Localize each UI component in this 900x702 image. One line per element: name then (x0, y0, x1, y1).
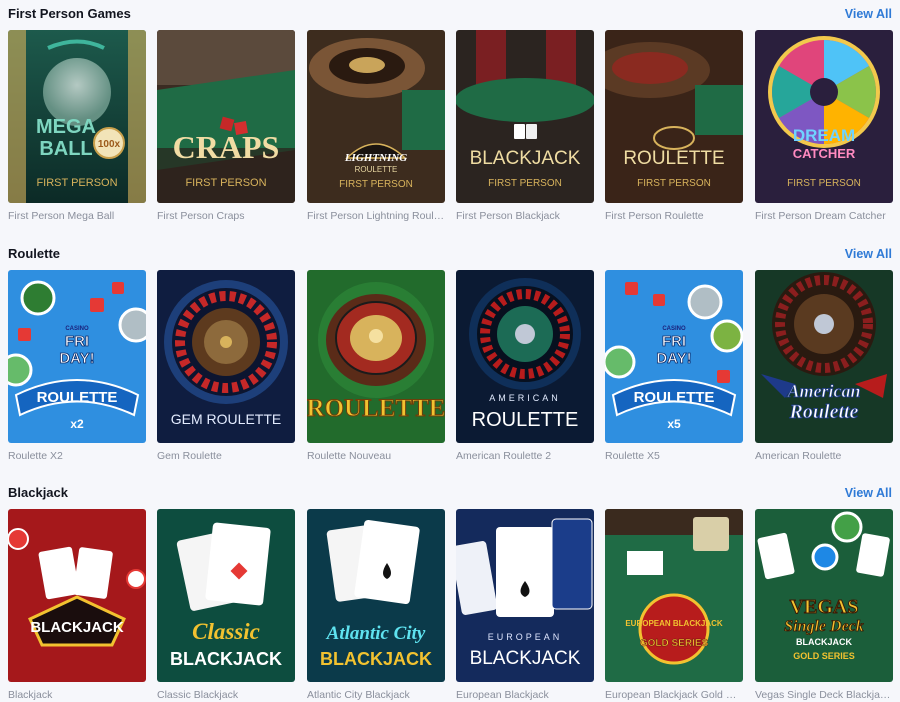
view-all-link[interactable]: View All (845, 244, 892, 264)
art-line: CRAPS (173, 129, 280, 165)
game-thumbnail[interactable]: GEM ROULETTE (157, 270, 295, 443)
badge-text: 100x (98, 139, 121, 150)
art-line: American (786, 381, 860, 401)
game-title[interactable]: Roulette Nouveau (307, 450, 445, 463)
game-title[interactable]: Atlantic City Blackjack (307, 689, 445, 702)
game-row: CASINO FRI DAY! ROULETTE x2 Roulette X2 (8, 270, 894, 470)
game-title[interactable]: First Person Blackjack (456, 210, 594, 223)
game-thumbnail[interactable]: AMERICAN ROULETTE (456, 270, 594, 443)
art-line: FRI (662, 333, 686, 350)
game-thumbnail[interactable]: EUROPEAN BLACKJACK (456, 509, 594, 682)
section-title: First Person Games (8, 6, 131, 21)
art-line: Atlantic City (326, 623, 426, 644)
art-line: CATCHER (793, 146, 856, 161)
game-thumbnail[interactable]: VEGAS Single Deck BLACKJACK GOLD SERIES (755, 509, 893, 682)
art-line: DAY! (59, 350, 94, 367)
game-thumbnail[interactable]: BLACKJACK (8, 509, 146, 682)
art-line: GOLD SERIES (793, 651, 855, 661)
art-line: CASINO (65, 326, 89, 332)
game-thumbnail[interactable]: CASINO FRI DAY! ROULETTE x2 (8, 270, 146, 443)
game-title[interactable]: Classic Blackjack (157, 689, 295, 702)
art-line: Single Deck (784, 618, 864, 635)
view-all-link[interactable]: View All (845, 483, 892, 503)
art-line: DAY! (656, 350, 691, 367)
game-title[interactable]: First Person Craps (157, 210, 295, 223)
art-line: FIRST PERSON (339, 179, 413, 190)
game-thumbnail[interactable]: CRAPS FIRST PERSON (157, 30, 295, 203)
game-title[interactable]: Blackjack (8, 689, 146, 702)
game-thumbnail[interactable]: LIGHTNING ROULETTE FIRST PERSON (307, 30, 445, 203)
art-line: DREAM (793, 126, 855, 145)
game-row: 100x MEGA BALL FIRST PERSON First Person… (8, 30, 894, 230)
section-roulette: Roulette View All CASINO FRI DAY! ROULET… (0, 244, 900, 470)
game-thumbnail[interactable]: Classic BLACKJACK (157, 509, 295, 682)
section-title: Roulette (8, 246, 60, 261)
game-title[interactable]: American Roulette (755, 450, 893, 463)
art-line: FIRST PERSON (787, 178, 861, 189)
game-title[interactable]: Roulette X5 (605, 450, 743, 463)
game-thumbnail[interactable]: CASINO FRI DAY! ROULETTE x5 (605, 270, 743, 443)
art-line: x2 (70, 417, 84, 431)
art-line: ROULETTE (472, 409, 579, 431)
section-title: Blackjack (8, 485, 68, 500)
section-header: First Person Games View All (8, 4, 892, 24)
game-thumbnail[interactable]: ROULETTE FIRST PERSON (605, 30, 743, 203)
art-line: FIRST PERSON (185, 177, 266, 189)
game-title[interactable]: First Person Roulette (605, 210, 743, 223)
game-title[interactable]: First Person Lightning Roulette (307, 210, 445, 223)
art-line: AMERICAN (489, 393, 561, 403)
art-line: EUROPEAN BLACKJACK (625, 619, 723, 628)
game-title[interactable]: First Person Mega Ball (8, 210, 146, 223)
game-title[interactable]: European Blackjack Gold Series (605, 689, 743, 702)
game-title[interactable]: Gem Roulette (157, 450, 295, 463)
art-line: EUROPEAN (488, 632, 563, 642)
art-line: BLACKJACK (796, 637, 853, 647)
art-line: BLACKJACK (470, 148, 581, 169)
art-line: VEGAS (790, 596, 859, 618)
art-line: FIRST PERSON (488, 178, 562, 189)
game-thumbnail[interactable]: Atlantic City BLACKJACK (307, 509, 445, 682)
section-header: Blackjack View All (8, 483, 892, 503)
art-line: BLACKJACK (30, 619, 124, 636)
art-line: BLACKJACK (470, 648, 581, 669)
game-thumbnail[interactable]: DREAM CATCHER FIRST PERSON (755, 30, 893, 203)
art-line: MEGA (36, 116, 96, 138)
game-title[interactable]: Vegas Single Deck Blackjack Gold Series (755, 689, 893, 702)
art-line: Classic (192, 619, 260, 644)
art-line: LIGHTNING (344, 152, 407, 164)
art-line: FRI (65, 333, 89, 350)
section-first-person-games: First Person Games View All 100x MEGA BA… (0, 4, 900, 230)
game-title[interactable]: First Person Dream Catcher (755, 210, 893, 223)
art-line: ROULETTE (355, 165, 398, 174)
art-line: BLACKJACK (170, 649, 282, 669)
game-title[interactable]: American Roulette 2 (456, 450, 594, 463)
game-thumbnail[interactable]: ROULETTE (307, 270, 445, 443)
art-line: BALL (39, 138, 92, 160)
art-line: FIRST PERSON (36, 177, 117, 189)
view-all-link[interactable]: View All (845, 4, 892, 24)
art-line: ROULETTE (307, 395, 445, 422)
art-line: GEM ROULETTE (171, 411, 281, 427)
game-thumbnail[interactable]: EUROPEAN BLACKJACK GOLD SERIES (605, 509, 743, 682)
art-line: ROULETTE (37, 389, 118, 406)
art-line: GOLD SERIES (640, 638, 709, 649)
art-line: x5 (667, 417, 681, 431)
game-thumbnail[interactable]: BLACKJACK FIRST PERSON (456, 30, 594, 203)
section-header: Roulette View All (8, 244, 892, 264)
art-line: FIRST PERSON (637, 178, 711, 189)
art-line: ROULETTE (623, 148, 724, 169)
game-title[interactable]: Roulette X2 (8, 450, 146, 463)
art-line: ROULETTE (634, 389, 715, 406)
game-row: BLACKJACK Blackjack Classic BLACKJACK Cl… (8, 509, 894, 701)
art-line: CASINO (662, 326, 686, 332)
game-title[interactable]: European Blackjack (456, 689, 594, 702)
game-thumbnail[interactable]: 100x MEGA BALL FIRST PERSON (8, 30, 146, 203)
art-line: BLACKJACK (320, 649, 432, 669)
game-thumbnail[interactable]: American Roulette (755, 270, 893, 443)
art-line: Roulette (789, 401, 859, 423)
section-blackjack: Blackjack View All BLACKJACK Blackjack C… (0, 483, 900, 701)
